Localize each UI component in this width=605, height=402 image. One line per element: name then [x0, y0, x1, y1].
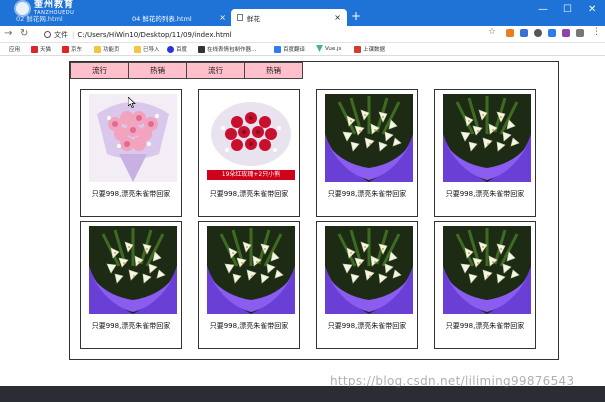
extension-icon[interactable]	[506, 29, 514, 37]
product-caption: 只要998,漂亮朱雀带回家	[209, 322, 289, 330]
lily-bouquet-image[interactable]	[325, 94, 413, 182]
extension-icon[interactable]	[534, 29, 542, 37]
menu-icon[interactable]: ⋮	[592, 27, 601, 37]
page-icon	[237, 14, 243, 21]
red-rose-bouquet-image[interactable]: 19朵红玫瑰+2只小熊	[207, 94, 295, 182]
close-tab-icon[interactable]: ×	[330, 13, 341, 22]
close-window-button[interactable]: ✕	[588, 4, 596, 15]
lily-bouquet-image[interactable]	[443, 226, 531, 314]
product-caption: 只要998,漂亮朱雀带回家	[327, 190, 407, 198]
bookmark-label: 百度	[176, 47, 188, 53]
close-tab-icon[interactable]: ×	[215, 13, 226, 22]
product-card[interactable]: 只要998,漂亮朱雀带回家	[316, 221, 418, 349]
tab-3-active[interactable]: 鲜花 ×	[231, 9, 347, 26]
forward-icon[interactable]: →	[4, 28, 12, 39]
bookmark-icon	[198, 45, 205, 53]
bookmark-label: 天猫	[40, 47, 52, 53]
product-card[interactable]: 只要998,漂亮朱雀带回家	[434, 89, 536, 217]
product-card[interactable]: 只要998,漂亮朱雀带回家	[80, 221, 182, 349]
folder-icon	[94, 45, 101, 53]
url-text[interactable]: C:/Users/HiWin10/Desktop/11/09/index.htm…	[77, 31, 231, 39]
bookmark-apps[interactable]: 应用	[9, 45, 20, 53]
bookmark-label: 功能页	[103, 47, 120, 53]
bookmark-label: 京东	[71, 47, 83, 53]
scheme-label: 文件	[54, 30, 68, 39]
mouse-cursor-icon	[127, 96, 136, 110]
lily-bouquet-image[interactable]	[443, 94, 531, 182]
address-bar: → ↻ 文件 | C:/Users/HiWin10/Desktop/11/09/…	[0, 26, 605, 43]
product-card[interactable]: 19朵红玫瑰+2只小熊 只要998,漂亮朱雀带回家	[198, 89, 300, 217]
bookmark-vue[interactable]: Vue.js	[316, 45, 341, 52]
star-icon[interactable]: ☆	[488, 27, 496, 37]
logo-name: 奎州教育	[34, 0, 75, 10]
tab-title: 04 鲜花的列表.html	[132, 14, 192, 23]
nav-item-hot[interactable]: 热销	[128, 62, 187, 79]
bookmark-tmall[interactable]: 天猫	[31, 45, 51, 53]
bookmark-folder-1[interactable]: 功能页	[94, 45, 120, 53]
extension-icon[interactable]	[548, 29, 556, 37]
watermark: https://blog.csdn.net/liliming99876543	[330, 374, 575, 388]
taskbar	[0, 386, 605, 402]
lily-bouquet-image[interactable]	[207, 226, 295, 314]
extension-icon[interactable]	[562, 29, 570, 37]
bookmark-baidu[interactable]: 百度	[167, 45, 187, 53]
tab-1[interactable]: 02 鲜花网.html	[10, 9, 125, 26]
tab-strip: 奎州教育 TANZHOUEDU 02 鲜花网.html 04 鲜花的列表.htm…	[0, 0, 605, 26]
product-caption: 只要998,漂亮朱雀带回家	[327, 322, 407, 330]
minimize-button[interactable]: —	[538, 4, 548, 15]
bookmark-label: 已导入	[143, 47, 160, 53]
tmall-icon	[31, 45, 38, 53]
lily-bouquet-image[interactable]	[325, 226, 413, 314]
extension-icon[interactable]	[576, 29, 584, 37]
tab-2[interactable]: 04 鲜花的列表.html ×	[126, 9, 232, 26]
product-caption: 只要998,漂亮朱雀带回家	[445, 322, 525, 330]
bookmark-folder-2[interactable]: 已导入	[134, 45, 160, 53]
vue-icon	[316, 45, 323, 52]
product-caption: 只要998,漂亮朱雀带回家	[445, 190, 525, 198]
bookmark-label: 应用	[9, 47, 21, 53]
omnibox[interactable]: 文件 | C:/Users/HiWin10/Desktop/11/09/inde…	[36, 28, 491, 41]
bookmark-label: Vue.js	[325, 45, 342, 52]
bookmark-label: 上课数据	[363, 47, 386, 53]
nav-item-popular[interactable]: 流行	[70, 62, 129, 79]
promo-banner: 19朵红玫瑰+2只小熊	[221, 171, 281, 178]
category-nav: 流行 热销 流行 热销	[70, 62, 303, 79]
maximize-button[interactable]: ☐	[563, 4, 572, 15]
bookmark-jd[interactable]: 京东	[62, 45, 82, 53]
folder-icon	[134, 45, 141, 53]
bookmark-emoji-maker[interactable]: 在线表情包制作器...	[198, 45, 256, 53]
bookmark-label: 百度翻译	[283, 47, 306, 53]
tab-title: 鲜花	[247, 14, 260, 23]
bookmark-baidu-translate[interactable]: 百度翻译	[274, 45, 305, 53]
translate-icon	[274, 45, 281, 53]
nav-item-popular[interactable]: 流行	[186, 62, 245, 79]
bookmark-icon	[354, 45, 361, 53]
product-card[interactable]: 只要998,漂亮朱雀带回家	[434, 221, 536, 349]
nav-item-hot[interactable]: 热销	[244, 62, 303, 79]
new-tab-button[interactable]: +	[351, 10, 361, 22]
extension-icon[interactable]	[520, 29, 528, 37]
product-caption: 只要998,漂亮朱雀带回家	[91, 190, 171, 198]
jd-icon	[62, 45, 69, 53]
lily-bouquet-image[interactable]	[89, 226, 177, 314]
bookmark-label: 在线表情包制作器...	[207, 47, 257, 53]
info-icon[interactable]	[44, 31, 51, 38]
product-card[interactable]: 只要998,漂亮朱雀带回家	[316, 89, 418, 217]
tab-title: 02 鲜花网.html	[16, 14, 63, 23]
bookmarks-bar: 应用 天猫 京东 功能页 已导入 百度 在线表情包制作器... 百度翻译 Vue…	[0, 43, 605, 56]
bookmark-class-data[interactable]: 上课数据	[354, 45, 385, 53]
product-caption: 只要998,漂亮朱雀带回家	[209, 190, 289, 198]
baidu-icon	[167, 45, 174, 53]
product-card[interactable]: 只要998,漂亮朱雀带回家	[198, 221, 300, 349]
product-caption: 只要998,漂亮朱雀带回家	[91, 322, 171, 330]
reload-icon[interactable]: ↻	[20, 28, 28, 39]
